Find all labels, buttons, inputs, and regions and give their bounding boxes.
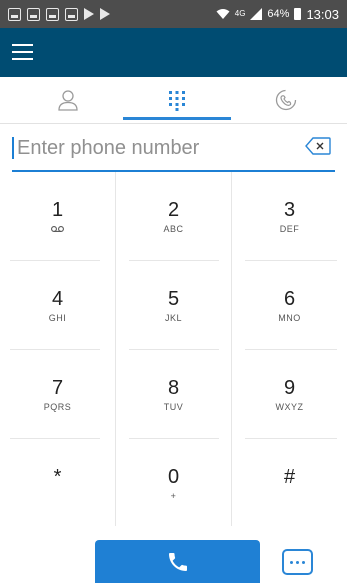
gallery-notification-icon bbox=[8, 7, 21, 21]
key-star[interactable]: * bbox=[0, 439, 115, 527]
key-4[interactable]: 4 GHI bbox=[0, 261, 115, 349]
key-digit: # bbox=[283, 465, 296, 488]
network-type-label: 4G bbox=[234, 9, 246, 18]
tab-contacts[interactable] bbox=[13, 77, 123, 123]
app-bar bbox=[0, 28, 347, 77]
menu-icon bbox=[12, 44, 33, 47]
clock: 13:03 bbox=[306, 6, 339, 22]
key-letters: ABC bbox=[163, 223, 184, 234]
key-6[interactable]: 6 MNO bbox=[232, 261, 347, 349]
call-button[interactable] bbox=[95, 540, 260, 583]
key-letters: PQRS bbox=[43, 401, 72, 412]
more-dots-icon bbox=[290, 560, 293, 564]
dialpad-icon bbox=[169, 91, 185, 111]
wifi-icon bbox=[216, 9, 230, 19]
key-digit: 8 bbox=[167, 376, 180, 399]
key-letters: DEF bbox=[279, 223, 300, 234]
key-digit: 3 bbox=[283, 198, 296, 221]
key-0[interactable]: 0 + bbox=[116, 439, 231, 527]
key-digit: 0 bbox=[167, 465, 180, 488]
backspace-button[interactable] bbox=[305, 137, 331, 160]
key-7[interactable]: 7 PQRS bbox=[0, 350, 115, 438]
more-dot bbox=[302, 560, 305, 564]
more-options-button[interactable] bbox=[282, 549, 313, 575]
key-digit: 5 bbox=[167, 287, 180, 310]
app-notification-icon bbox=[46, 7, 59, 21]
key-2[interactable]: 2 ABC bbox=[116, 172, 231, 260]
key-letters: GHI bbox=[48, 312, 67, 323]
voicemail-icon bbox=[51, 225, 64, 232]
key-5[interactable]: 5 JKL bbox=[116, 261, 231, 349]
more-dot bbox=[296, 560, 299, 564]
phone-input-row bbox=[12, 130, 335, 170]
notification-icons bbox=[8, 7, 110, 21]
call-history-icon bbox=[275, 89, 297, 111]
play-store-icon-2 bbox=[100, 8, 110, 20]
battery-icon bbox=[294, 8, 302, 20]
app-notification-icon-2 bbox=[65, 7, 78, 21]
key-letters: TUV bbox=[163, 401, 184, 412]
key-9[interactable]: 9 WXYZ bbox=[232, 350, 347, 438]
play-store-icon bbox=[84, 8, 94, 20]
active-tab-indicator bbox=[123, 117, 231, 120]
key-letters: WXYZ bbox=[275, 401, 304, 412]
menu-icon-bar bbox=[12, 51, 33, 54]
key-1[interactable]: 1 bbox=[0, 172, 115, 260]
phone-icon bbox=[168, 552, 187, 571]
key-3[interactable]: 3 DEF bbox=[232, 172, 347, 260]
key-digit: 7 bbox=[51, 376, 64, 399]
system-status: 4G 64% 13:03 bbox=[216, 7, 339, 22]
tab-history[interactable] bbox=[231, 77, 341, 123]
key-digit: 2 bbox=[167, 198, 180, 221]
key-letters: JKL bbox=[164, 312, 182, 323]
key-letters: MNO bbox=[278, 312, 301, 323]
status-bar: 4G 64% 13:03 bbox=[0, 0, 347, 28]
battery-percent: 64% bbox=[267, 8, 290, 20]
key-digit: 9 bbox=[283, 376, 296, 399]
image-notification-icon bbox=[27, 7, 40, 21]
key-digit: 6 bbox=[283, 287, 296, 310]
key-digit: 1 bbox=[51, 198, 64, 221]
key-letters: + bbox=[170, 490, 177, 501]
menu-icon-bar bbox=[12, 58, 33, 61]
key-hash[interactable]: # bbox=[232, 439, 347, 527]
backspace-icon bbox=[305, 137, 331, 155]
dial-keypad: 1 2 ABC 3 DEF 4 GHI 5 JKL 6 MNO 7 PQRS 8… bbox=[0, 172, 347, 526]
text-caret bbox=[12, 137, 14, 159]
signal-icon bbox=[250, 8, 263, 20]
phone-number-input[interactable] bbox=[17, 133, 287, 163]
key-digit: 4 bbox=[51, 287, 64, 310]
menu-button[interactable] bbox=[9, 38, 37, 66]
key-digit: * bbox=[53, 465, 62, 488]
person-icon bbox=[58, 90, 78, 111]
key-8[interactable]: 8 TUV bbox=[116, 350, 231, 438]
